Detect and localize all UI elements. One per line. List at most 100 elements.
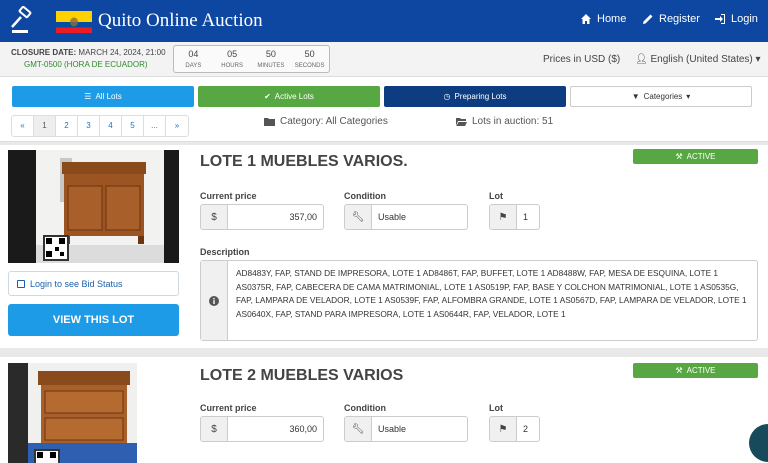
countdown-minutes: 50 MINUTES [252, 46, 291, 72]
gavel-icon: ⚒ [675, 366, 683, 375]
current-price-value: 357,00 [289, 212, 317, 222]
current-price-field: $ 360,00 [200, 416, 324, 442]
pagination-page-5[interactable]: 5 [122, 116, 144, 136]
current-price-label: Current price [200, 403, 257, 413]
nav-login-label: Login [731, 13, 758, 25]
nav-home[interactable]: Home [580, 13, 626, 25]
pagination-prev[interactable]: « [12, 116, 34, 136]
condition-label: Condition [344, 191, 386, 201]
wrench-icon: 🔧︎ [345, 205, 372, 229]
countdown-hours: 05 HOURS [213, 46, 252, 72]
status-badge-label: ACTIVE [686, 152, 716, 161]
current-price-label: Current price [200, 191, 257, 201]
gavel-logo-icon[interactable] [8, 6, 38, 36]
language-selector[interactable]: 👤︎ English (United States) ▾ [635, 54, 761, 65]
qr-code-icon [43, 235, 69, 261]
countdown-days-unit: DAYS [185, 63, 202, 69]
category-info: Category: All Categories [264, 116, 388, 127]
gavel-icon: ⚒ [675, 152, 683, 161]
view-lot-button[interactable]: VIEW THIS LOT [8, 304, 179, 336]
pencil-icon [643, 14, 653, 24]
ecuador-flag-icon [56, 11, 92, 33]
dollar-icon: $ [201, 417, 228, 441]
categories-label: Categories [643, 92, 683, 101]
condition-value: Usable [378, 424, 407, 434]
nav-register-label: Register [659, 13, 700, 25]
countdown-days-value: 04 [188, 49, 199, 59]
countdown-seconds: 50 SECONDS [290, 46, 329, 72]
pagination-page-4[interactable]: 4 [100, 116, 122, 136]
all-lots-label: All Lots [95, 92, 122, 101]
description-label: Description [200, 247, 250, 257]
nav-login[interactable]: Login [714, 13, 758, 25]
status-badge: ⚒ ACTIVE [633, 363, 758, 378]
countdown-minutes-value: 50 [265, 49, 276, 59]
language-value: English (United States) [650, 54, 753, 65]
condition-value: Usable [378, 212, 407, 222]
lot-number-field: ⚑ 2 [489, 416, 540, 442]
lot-label: Lot [489, 191, 503, 201]
closure-date: CLOSURE DATE: MARCH 24, 2024, 21:00 [11, 48, 166, 57]
all-lots-button[interactable]: ☰ All Lots [12, 86, 194, 107]
categories-dropdown[interactable]: ▼ Categories ▾ [570, 86, 752, 107]
lot-number-field: ⚑ 1 [489, 204, 540, 230]
lot-thumbnail[interactable] [8, 150, 179, 263]
furniture-photo [8, 150, 179, 263]
preparing-lots-button[interactable]: ◷ Preparing Lots [384, 86, 566, 107]
timezone-label: GMT-0500 (HORA DE ECUADOR) [24, 60, 148, 69]
pagination-next[interactable]: » [166, 116, 188, 136]
home-icon [581, 14, 591, 24]
clock-icon: ◷ [443, 92, 451, 101]
condition-label: Condition [344, 403, 386, 413]
pagination: « 1 2 3 4 5 ... » [11, 115, 189, 137]
pagination-ellipsis[interactable]: ... [144, 116, 166, 136]
top-navbar: Quito Online Auction Home Register Login [0, 0, 768, 42]
status-badge: ⚒ ACTIVE [633, 149, 758, 164]
folder-icon [264, 117, 275, 126]
lot-title[interactable]: LOTE 1 MUEBLES VARIOS. [200, 153, 408, 171]
login-icon [715, 14, 725, 24]
countdown-days: 04 DAYS [174, 46, 213, 72]
countdown-hours-unit: HOURS [221, 63, 243, 69]
lot-title[interactable]: LOTE 2 MUEBLES VARIOS [200, 367, 403, 385]
lots-count-text: Lots in auction: 51 [472, 116, 554, 127]
bid-status-label: Login to see Bid Status [30, 278, 123, 289]
wrench-icon: 🔧︎ [345, 417, 372, 441]
description-text: AD8483Y, FAP, STAND DE IMPRESORA, LOTE 1… [236, 268, 747, 319]
countdown-seconds-value: 50 [304, 49, 315, 59]
user-icon: 👤︎ [635, 54, 648, 65]
active-lots-button[interactable]: ✔ Active Lots [198, 86, 380, 107]
lot-label: Lot [489, 403, 503, 413]
lot-number-value: 1 [523, 212, 529, 222]
furniture-photo [8, 363, 137, 463]
check-circle-icon: ✔ [264, 92, 271, 101]
info-icon [201, 261, 228, 340]
folder-open-icon [456, 117, 467, 126]
category-info-text: Category: All Categories [280, 116, 388, 127]
nav-register[interactable]: Register [642, 13, 700, 25]
checkbox-icon [17, 279, 25, 288]
pagination-page-1[interactable]: 1 [34, 116, 56, 136]
lot-card: LOTE 2 MUEBLES VARIOS ⚒ ACTIVE Current p… [0, 357, 768, 463]
caret-down-icon: ▾ [686, 92, 691, 101]
lot-thumbnail[interactable] [8, 363, 179, 463]
countdown-seconds-unit: SECONDS [294, 63, 325, 69]
qr-code-icon [34, 449, 60, 463]
caret-down-icon: ▾ [755, 54, 761, 65]
filter-icon: ▼ [631, 92, 640, 101]
tag-icon: ⚑ [490, 205, 517, 229]
pagination-page-3[interactable]: 3 [78, 116, 100, 136]
current-price-value: 360,00 [289, 424, 317, 434]
dollar-icon: $ [201, 205, 228, 229]
nav-home-label: Home [597, 13, 627, 25]
site-brand[interactable]: Quito Online Auction [98, 10, 263, 32]
lots-count-info: Lots in auction: 51 [456, 116, 553, 127]
currency-label: Prices in USD ($) [543, 54, 621, 65]
condition-field: 🔧︎ Usable [344, 204, 468, 230]
preparing-lots-label: Preparing Lots [454, 92, 507, 101]
pagination-page-2[interactable]: 2 [56, 116, 78, 136]
status-badge-label: ACTIVE [686, 366, 716, 375]
list-icon: ☰ [84, 92, 92, 101]
bid-status-login[interactable]: Login to see Bid Status [8, 271, 179, 296]
current-price-field: $ 357,00 [200, 204, 324, 230]
